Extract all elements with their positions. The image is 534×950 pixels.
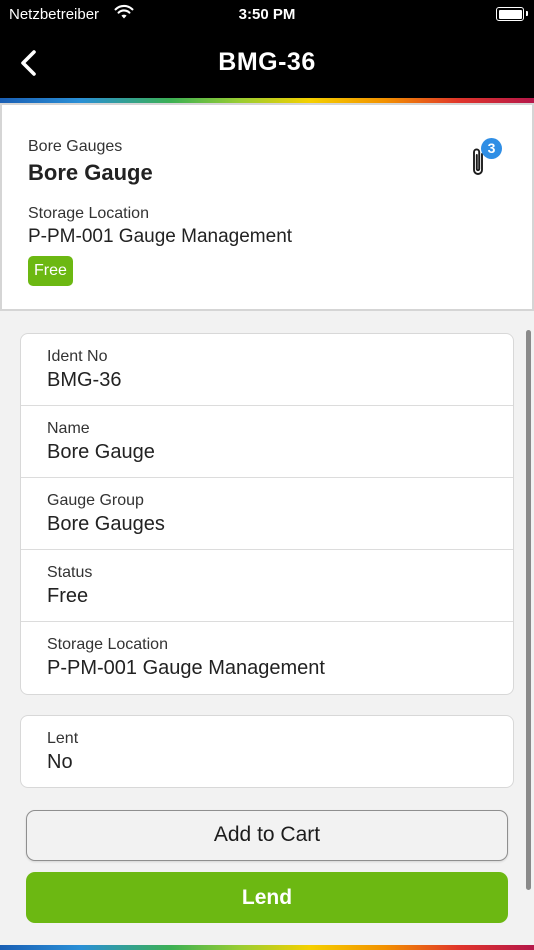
detail-row-ident-no: Ident No BMG-36 xyxy=(21,334,513,406)
detail-row-gauge-group: Gauge Group Bore Gauges xyxy=(21,478,513,550)
battery-icon xyxy=(496,7,528,21)
detail-value: P-PM-001 Gauge Management xyxy=(47,657,325,679)
detail-row-status: Status Free xyxy=(21,550,513,622)
nav-bar: BMG-36 xyxy=(0,28,534,98)
detail-label: Lent xyxy=(47,730,79,747)
detail-row-storage-location: Storage Location P-PM-001 Gauge Manageme… xyxy=(21,622,513,694)
detail-label: Name xyxy=(47,420,90,437)
detail-value: Bore Gauge xyxy=(47,441,155,463)
lent-card: Lent No xyxy=(20,715,514,788)
detail-row-lent: Lent No xyxy=(21,716,513,787)
status-bar: Netzbetreiber 3:50 PM xyxy=(0,0,534,28)
add-to-cart-button[interactable]: Add to Cart xyxy=(26,810,508,861)
detail-value: Bore Gauges xyxy=(47,513,165,535)
details-card: Ident No BMG-36 Name Bore Gauge Gauge Gr… xyxy=(20,333,514,695)
storage-location-label: Storage Location xyxy=(28,205,149,222)
storage-location-value: P-PM-001 Gauge Management xyxy=(28,226,293,247)
status-time: 3:50 PM xyxy=(238,6,296,23)
scrollbar[interactable] xyxy=(526,330,531,890)
detail-label: Gauge Group xyxy=(47,492,144,509)
brand-stripe-bottom xyxy=(0,945,534,950)
gauge-group-label: Bore Gauges xyxy=(28,138,123,155)
attachment-count-badge: 3 xyxy=(481,138,502,159)
detail-label: Storage Location xyxy=(47,636,168,653)
lend-button[interactable]: Lend xyxy=(26,872,508,923)
gauge-summary-card: Bore Gauges Bore Gauge Storage Location … xyxy=(0,103,534,311)
page-title: BMG-36 xyxy=(218,48,316,76)
detail-label: Ident No xyxy=(47,348,108,365)
detail-value: BMG-36 xyxy=(47,369,122,391)
detail-value: No xyxy=(47,751,73,773)
status-badge: Free xyxy=(28,256,73,286)
detail-label: Status xyxy=(47,564,93,581)
detail-row-name: Name Bore Gauge xyxy=(21,406,513,478)
gauge-name: Bore Gauge xyxy=(28,160,153,185)
detail-value: Free xyxy=(47,585,89,607)
